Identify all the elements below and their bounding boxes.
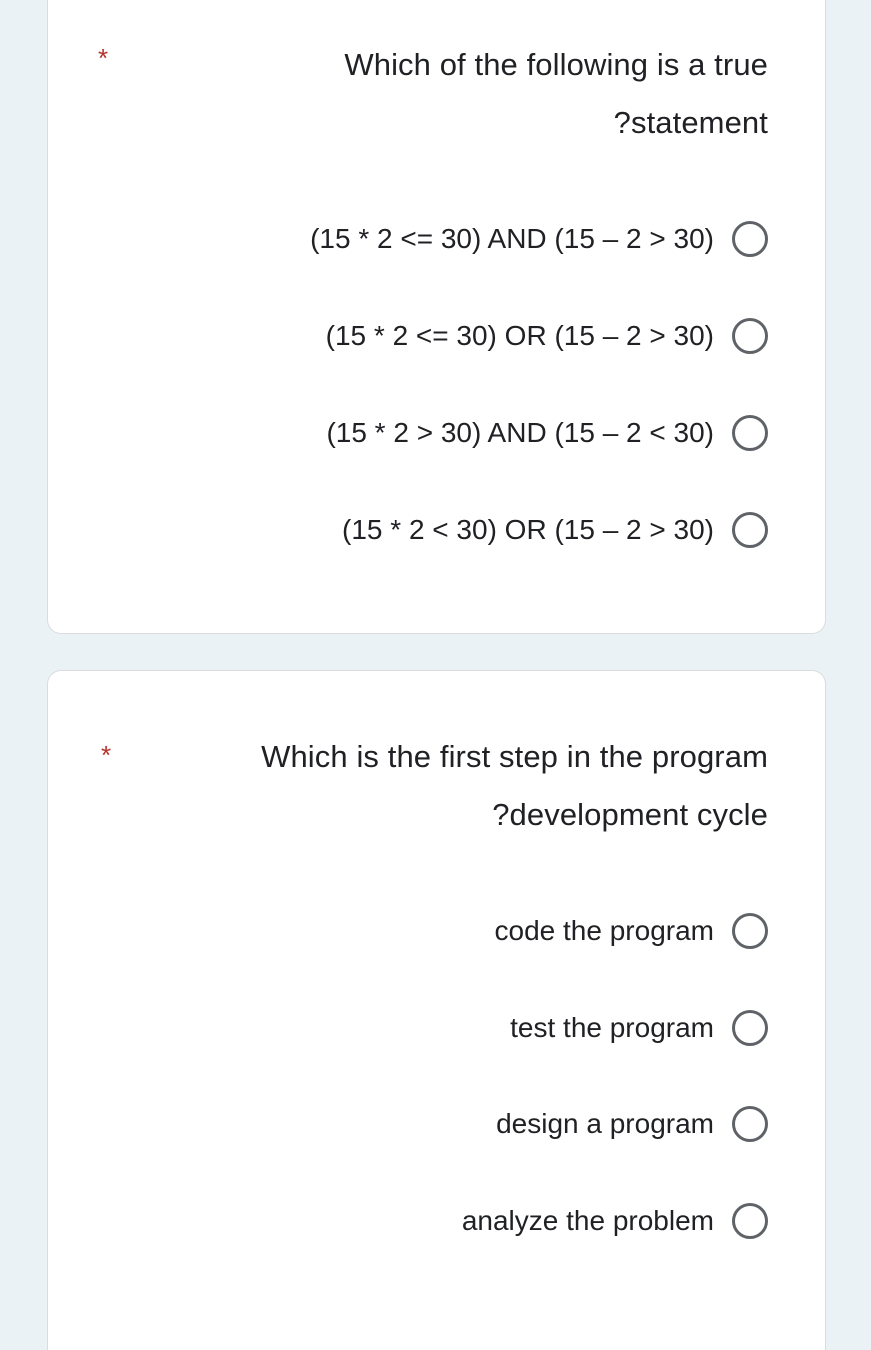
option-row-q1-4[interactable]: (15 * 2 < 30) OR (15 – 2 > 30) [110, 508, 768, 552]
question-title-2: Which is the first step in the program ?… [261, 739, 768, 832]
option-row-q2-4[interactable]: analyze the problem [110, 1199, 768, 1243]
form-page: * Which of the following is a true ?stat… [0, 0, 871, 1350]
option-label: test the program [510, 1012, 714, 1043]
radio-button[interactable] [732, 1010, 768, 1046]
radio-button[interactable] [732, 1203, 768, 1239]
required-asterisk-icon: * [101, 740, 112, 770]
option-row-q1-3[interactable]: (15 * 2 > 30) AND (15 – 2 < 30) [110, 411, 768, 455]
radio-button[interactable] [732, 1106, 768, 1142]
required-asterisk-icon: * [98, 43, 109, 73]
option-label: (15 * 2 < 30) OR (15 – 2 > 30) [342, 514, 714, 545]
option-label: analyze the problem [461, 1205, 714, 1236]
radio-button[interactable] [732, 512, 768, 548]
option-row-q1-2[interactable]: (15 * 2 <= 30) OR (15 – 2 > 30) [110, 314, 768, 358]
option-row-q2-2[interactable]: test the program [110, 1006, 768, 1050]
radio-button[interactable] [732, 318, 768, 354]
option-row-q1-1[interactable]: (15 * 2 <= 30) AND (15 – 2 > 30) [110, 217, 768, 261]
radio-button[interactable] [732, 913, 768, 949]
option-label: design a program [496, 1108, 714, 1139]
question-title-1: Which of the following is a true ?statem… [344, 47, 768, 140]
option-row-q2-1[interactable]: code the program [110, 909, 768, 953]
option-label: (15 * 2 > 30) AND (15 – 2 < 30) [326, 417, 714, 448]
option-row-q2-3[interactable]: design a program [110, 1102, 768, 1146]
option-label: (15 * 2 <= 30) OR (15 – 2 > 30) [325, 320, 714, 351]
option-label: code the program [494, 915, 714, 946]
option-label: (15 * 2 <= 30) AND (15 – 2 > 30) [310, 223, 714, 254]
radio-button[interactable] [732, 221, 768, 257]
radio-button[interactable] [732, 415, 768, 451]
